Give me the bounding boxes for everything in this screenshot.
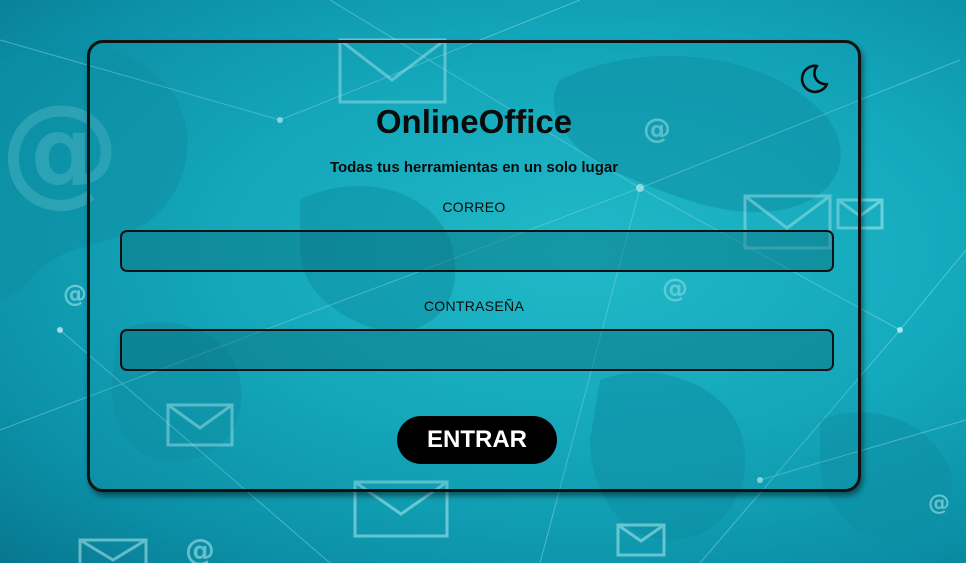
svg-text:@: @ (63, 280, 87, 308)
login-card: OnlineOffice Todas tus herramientas en u… (87, 40, 861, 492)
svg-text:@: @ (185, 533, 215, 563)
svg-text:@: @ (928, 491, 950, 516)
app-subtitle: Todas tus herramientas en un solo lugar (329, 159, 619, 176)
app-title: OnlineOffice (375, 103, 573, 140)
login-button[interactable]: ENTRAR (397, 416, 557, 464)
password-field[interactable] (120, 329, 834, 371)
moon-icon[interactable] (798, 63, 830, 95)
password-label: CONTRASEÑA (423, 298, 525, 314)
email-field[interactable] (120, 230, 834, 272)
email-label: CORREO (442, 199, 506, 215)
